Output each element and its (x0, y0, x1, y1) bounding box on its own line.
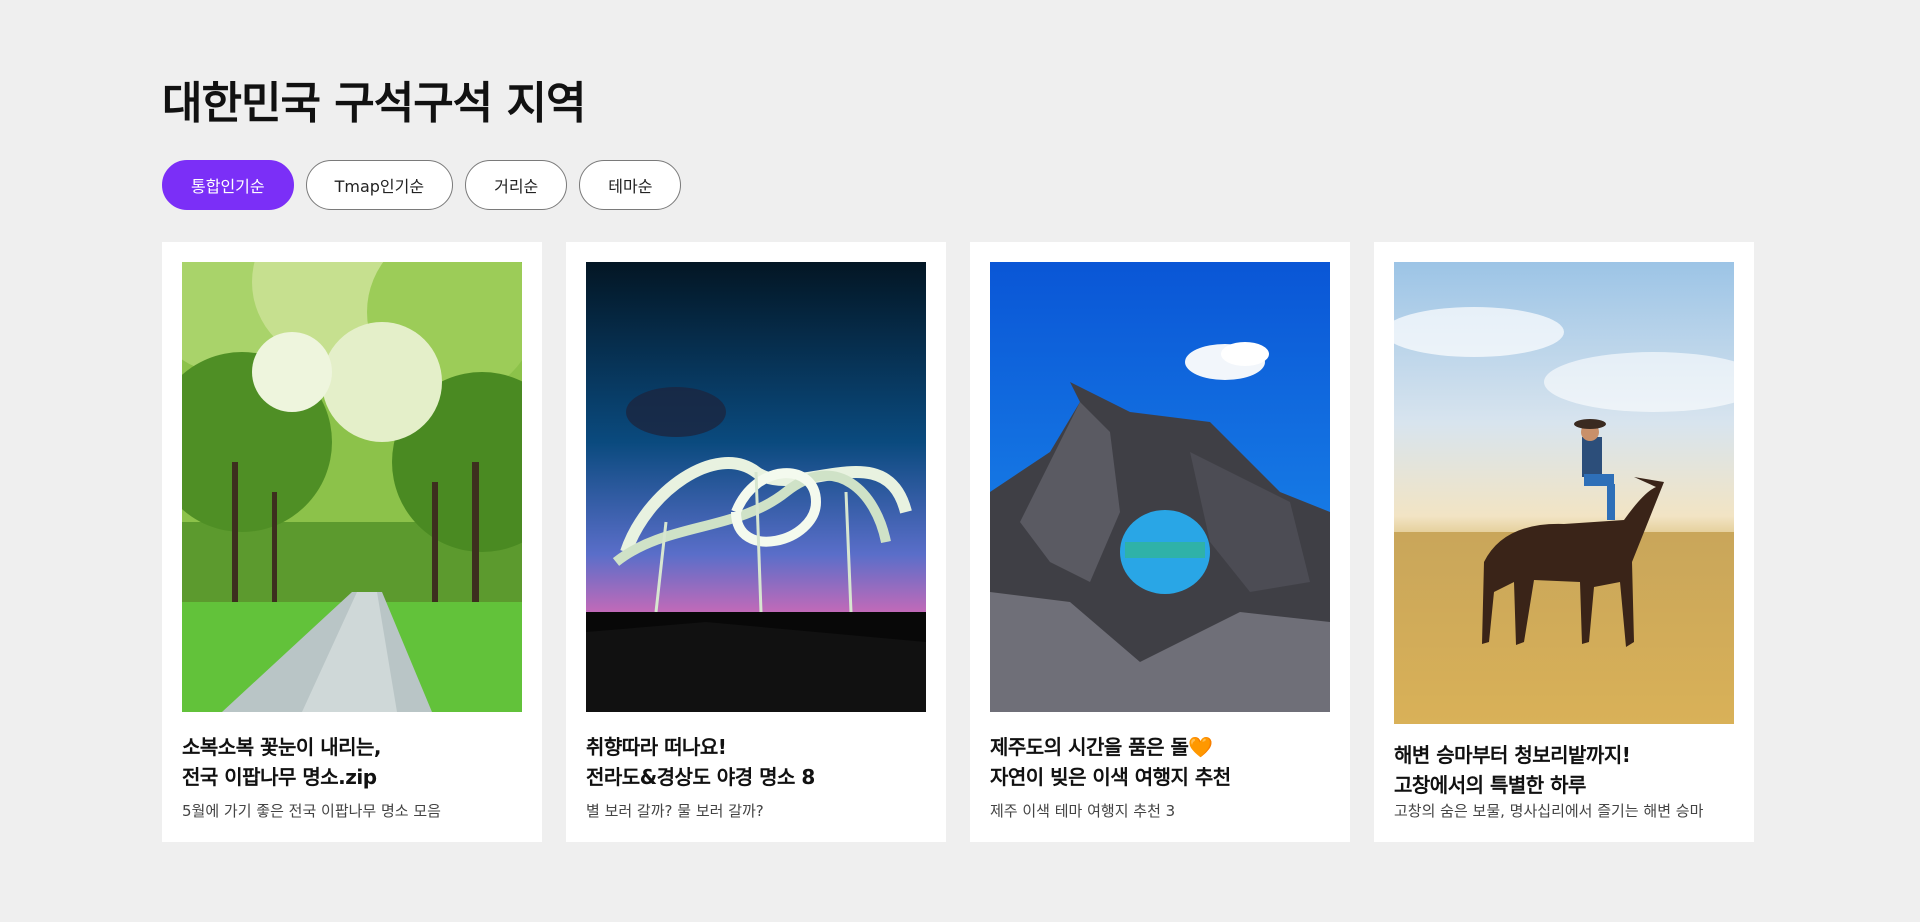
card-title-line: 고창에서의 특별한 하루 (1394, 773, 1586, 797)
card-image-tree-path[interactable] (182, 262, 522, 712)
filter-theme[interactable]: 테마순 (579, 160, 682, 210)
filter-integrated-popularity[interactable]: 통합인기순 (162, 160, 294, 210)
card-title-line: 자연이 빚은 이색 여행지 추천 (990, 765, 1231, 789)
card-title-line: 소복소복 꽃눈이 내리는, (182, 735, 382, 759)
card-description: 고창의 숨은 보물, 명사십리에서 즐기는 해변 승마 (1394, 802, 1704, 820)
page-title: 대한민국 구석구석 지역 (162, 78, 586, 129)
card-title-line: 전라도&경상도 야경 명소 8 (586, 765, 815, 789)
card-description: 5월에 가기 좋은 전국 이팝나무 명소 모음 (182, 802, 441, 820)
card-title-line: 취향따라 떠나요! (586, 735, 727, 759)
card-description: 별 보러 갈까? 물 보러 갈까? (586, 802, 764, 820)
card-title[interactable]: 소복소복 꽃눈이 내리는, 전국 이팝나무 명소.zip (182, 732, 522, 792)
card-list: 소복소복 꽃눈이 내리는, 전국 이팝나무 명소.zip 5월에 가기 좋은 전… (162, 242, 1754, 842)
card[interactable]: 취향따라 떠나요! 전라도&경상도 야경 명소 8 별 보러 갈까? 물 보러 … (566, 242, 946, 842)
card-image-roller-coaster[interactable] (586, 262, 926, 712)
filter-distance[interactable]: 거리순 (465, 160, 568, 210)
card-title[interactable]: 취향따라 떠나요! 전라도&경상도 야경 명소 8 (586, 732, 926, 792)
card[interactable]: 소복소복 꽃눈이 내리는, 전국 이팝나무 명소.zip 5월에 가기 좋은 전… (162, 242, 542, 842)
card-title[interactable]: 해변 승마부터 청보리밭까지! 고창에서의 특별한 하루 (1394, 740, 1734, 800)
filter-tmap-popularity[interactable]: Tmap인기순 (305, 160, 454, 210)
card-title-line: 제주도의 시간을 품은 돌🧡 (990, 735, 1213, 759)
card-title[interactable]: 제주도의 시간을 품은 돌🧡 자연이 빚은 이색 여행지 추천 (990, 732, 1330, 792)
card-title-line: 해변 승마부터 청보리밭까지! (1394, 743, 1631, 767)
card-image-volcanic-rock[interactable] (990, 262, 1330, 712)
card-title-line: 전국 이팝나무 명소.zip (182, 765, 377, 789)
sort-filters: 통합인기순 Tmap인기순 거리순 테마순 (162, 160, 682, 210)
card-description: 제주 이색 테마 여행지 추천 3 (990, 802, 1176, 820)
card[interactable]: 제주도의 시간을 품은 돌🧡 자연이 빚은 이색 여행지 추천 제주 이색 테마… (970, 242, 1350, 842)
card-image-horse-beach[interactable] (1394, 262, 1734, 724)
card[interactable]: 해변 승마부터 청보리밭까지! 고창에서의 특별한 하루 고창의 숨은 보물, … (1374, 242, 1754, 842)
